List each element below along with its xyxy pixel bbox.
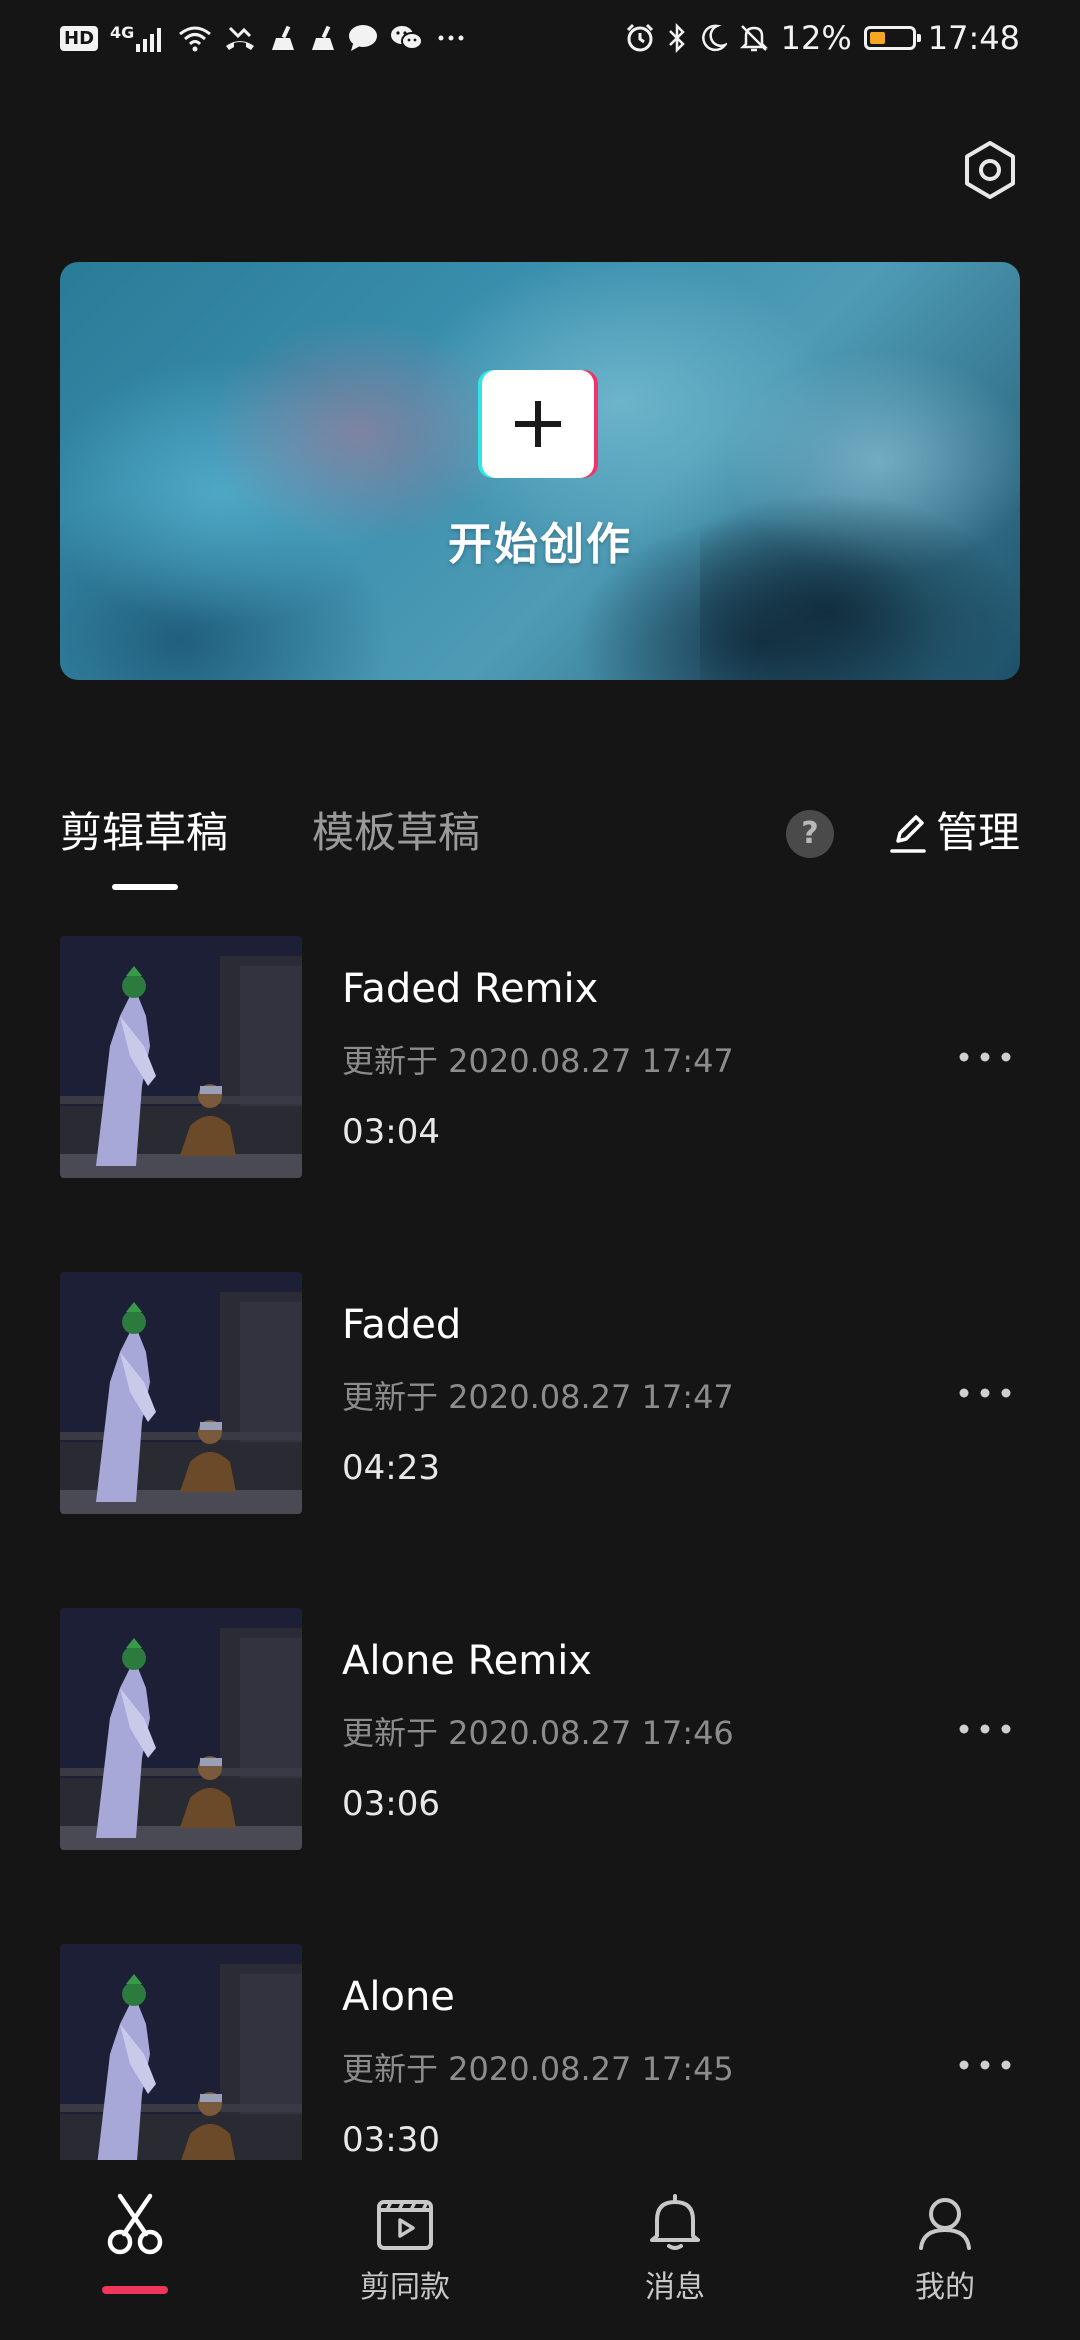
more-dots-icon bbox=[959, 1724, 1011, 1734]
tab-edit-drafts[interactable]: 剪辑草稿 bbox=[60, 800, 228, 866]
tab-template-drafts[interactable]: 模板草稿 bbox=[312, 800, 480, 866]
plus-icon bbox=[515, 401, 561, 447]
cleaner-icon bbox=[268, 24, 296, 52]
wifi-icon bbox=[178, 24, 212, 52]
bell-icon bbox=[650, 2194, 700, 2250]
settings-hexagon-icon bbox=[965, 141, 1015, 199]
more-dots-icon bbox=[959, 1052, 1011, 1062]
draft-title: Faded Remix bbox=[342, 966, 599, 1012]
more-options-button[interactable] bbox=[950, 1368, 1020, 1418]
nav-messages[interactable]: 消息 bbox=[575, 2190, 775, 2330]
draft-updated-time: 更新于 2020.08.27 17:47 bbox=[342, 1042, 734, 1080]
nav-profile[interactable]: 我的 bbox=[845, 2190, 1045, 2330]
network-type: 4G bbox=[110, 22, 135, 42]
moon-icon bbox=[699, 23, 727, 53]
start-creating-banner[interactable]: 开始创作 bbox=[60, 262, 1020, 680]
signal-icon bbox=[136, 24, 166, 52]
start-creating-title: 开始创作 bbox=[448, 519, 632, 570]
draft-updated-time: 更新于 2020.08.27 17:46 bbox=[342, 1714, 734, 1752]
draft-duration: 03:06 bbox=[342, 1784, 440, 1824]
draft-item[interactable]: Alone Remix 更新于 2020.08.27 17:46 03:06 bbox=[60, 1608, 1020, 1850]
battery-icon bbox=[863, 26, 921, 50]
message-icon bbox=[348, 24, 378, 52]
draft-duration: 03:30 bbox=[342, 2120, 440, 2160]
hd-badge: HD bbox=[60, 25, 99, 51]
manage-label: 管理 bbox=[935, 808, 1020, 857]
edit-icon bbox=[890, 815, 926, 853]
battery-percent: 12% bbox=[780, 19, 852, 57]
alarm-icon bbox=[625, 23, 655, 53]
help-button[interactable]: ? bbox=[786, 810, 834, 858]
scissors-icon bbox=[107, 2193, 163, 2255]
clapper-play-icon bbox=[377, 2200, 433, 2250]
draft-item[interactable]: Alone 更新于 2020.08.27 17:45 03:30 bbox=[60, 1944, 1020, 2186]
nav-active-indicator bbox=[102, 2286, 168, 2294]
settings-button[interactable] bbox=[956, 136, 1024, 204]
manage-button[interactable]: 管理 bbox=[888, 800, 1020, 866]
draft-thumbnail[interactable] bbox=[60, 1272, 302, 1514]
nav-templates-label: 剪同款 bbox=[360, 2270, 450, 2305]
create-button[interactable] bbox=[478, 370, 598, 478]
nav-messages-label: 消息 bbox=[645, 2270, 705, 2305]
more-options-button[interactable] bbox=[950, 1032, 1020, 1082]
draft-duration: 04:23 bbox=[342, 1448, 440, 1488]
draft-item[interactable]: Faded 更新于 2020.08.27 17:47 04:23 bbox=[60, 1272, 1020, 1514]
draft-thumbnail[interactable] bbox=[60, 1944, 302, 2186]
draft-duration: 03:04 bbox=[342, 1112, 440, 1152]
status-bar: HD 4G 12% 17:48 bbox=[0, 0, 1080, 76]
draft-updated-time: 更新于 2020.08.27 17:47 bbox=[342, 1378, 734, 1416]
status-left: HD 4G bbox=[60, 23, 466, 54]
nav-edit[interactable] bbox=[35, 2190, 235, 2330]
status-right: 12% 17:48 bbox=[625, 19, 1020, 57]
nav-profile-label: 我的 bbox=[915, 2270, 975, 2305]
draft-thumbnail[interactable] bbox=[60, 936, 302, 1178]
draft-thumbnail[interactable] bbox=[60, 1608, 302, 1850]
battery-level bbox=[869, 32, 885, 44]
more-dots-icon bbox=[959, 2060, 1011, 2070]
clock: 17:48 bbox=[927, 19, 1020, 57]
nav-templates[interactable]: 剪同款 bbox=[305, 2190, 505, 2330]
draft-item[interactable]: Faded Remix 更新于 2020.08.27 17:47 03:04 bbox=[60, 936, 1020, 1178]
more-options-button[interactable] bbox=[950, 2040, 1020, 2090]
draft-tabs: 剪辑草稿 模板草稿 ? 管理 bbox=[60, 800, 1020, 900]
draft-updated-time: 更新于 2020.08.27 17:45 bbox=[342, 2050, 734, 2088]
draft-title: Alone bbox=[342, 1974, 455, 2020]
more-dots-icon bbox=[959, 1388, 1011, 1398]
draft-title: Alone Remix bbox=[342, 1638, 592, 1684]
person-icon bbox=[919, 2198, 971, 2250]
wechat-icon bbox=[390, 24, 424, 52]
active-tab-indicator bbox=[112, 884, 178, 890]
mute-icon bbox=[739, 23, 769, 53]
bottom-navigation: 剪同款 消息 我的 bbox=[0, 2160, 1080, 2340]
missed-call-icon bbox=[224, 24, 256, 52]
cleaner-icon bbox=[308, 24, 336, 52]
draft-title: Faded bbox=[342, 1302, 462, 1348]
bluetooth-icon bbox=[667, 23, 687, 53]
more-options-button[interactable] bbox=[950, 1704, 1020, 1754]
more-notifications-icon bbox=[436, 24, 466, 52]
